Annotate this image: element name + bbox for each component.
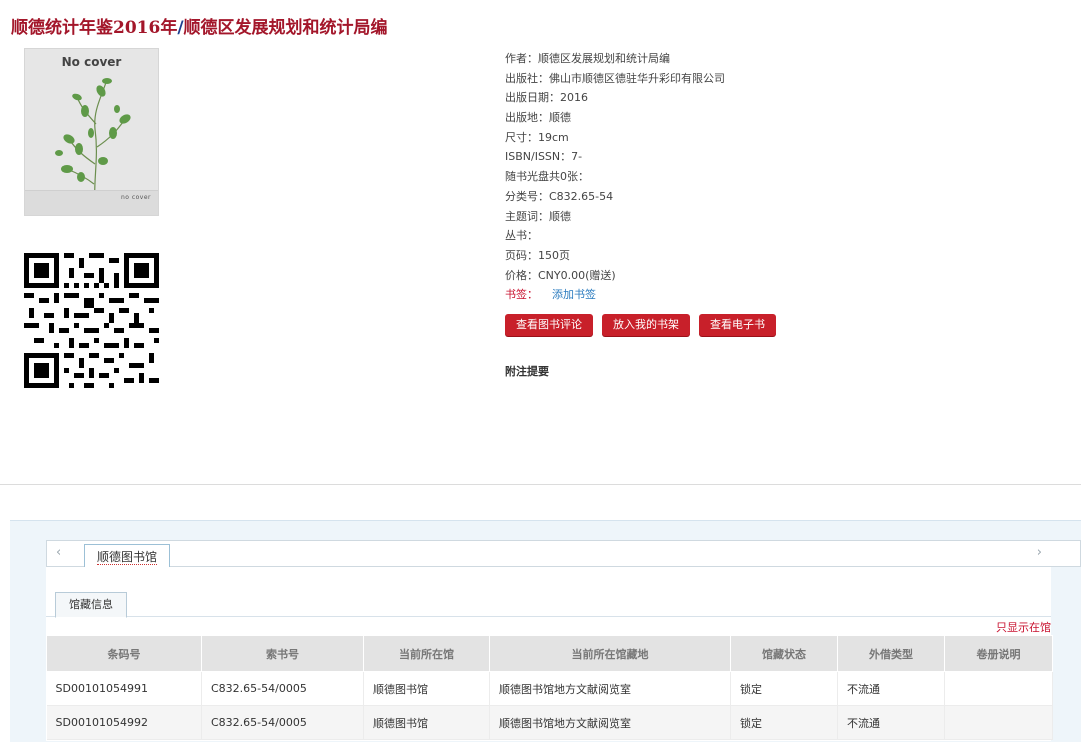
cell-location: 顺德图书馆地方文献阅览室 [489, 705, 731, 740]
meta-author: 作者：顺德区发展规划和统计局编 [505, 52, 670, 65]
meta-price: 价格：CNY0.00(赠送) [505, 268, 616, 282]
notes-heading: 附注提要 [505, 365, 549, 378]
book-title: 顺德统计年鉴2016年 [11, 18, 178, 38]
page-title: 顺德统计年鉴2016年/顺德区发展规划和统计局编 [11, 13, 388, 38]
chevron-left-icon[interactable]: ‹ [56, 545, 61, 560]
cover-bottom-text: no cover [120, 194, 151, 201]
cover-top-text: No cover [61, 55, 122, 69]
book-cover: No cover no cover [24, 48, 159, 216]
cell-library: 顺德图书馆 [363, 705, 490, 740]
cell-volume [944, 671, 1053, 706]
col-barcode: 条码号 [46, 635, 202, 672]
view-ebook-button[interactable]: 查看电子书 [699, 314, 776, 336]
cell-volume [944, 705, 1053, 740]
table-row: SD00101054991 C832.65-54/0005 顺德图书馆 顺德图书… [46, 671, 1053, 706]
qr-code-icon [24, 253, 159, 388]
library-tabbar: ‹ 顺德图书馆 › [46, 540, 1081, 569]
book-metadata: 作者：顺德区发展规划和统计局编 出版社：佛山市顺德区德驻华升彩印有限公司 出版日… [505, 50, 725, 306]
meta-pubplace: 出版地：顺德 [505, 111, 571, 125]
col-loantype: 外借类型 [837, 635, 945, 672]
table-row: SD00101054992 C832.65-54/0005 顺德图书馆 顺德图书… [46, 705, 1053, 740]
col-status: 馆藏状态 [730, 635, 838, 672]
view-reviews-button[interactable]: 查看图书评论 [505, 314, 593, 336]
add-to-shelf-button[interactable]: 放入我的书架 [602, 314, 690, 336]
col-callno: 索书号 [201, 635, 364, 672]
action-buttons: 查看图书评论 放入我的书架 查看电子书 [505, 314, 776, 336]
cell-barcode: SD00101054991 [46, 671, 202, 706]
col-location: 当前所在馆藏地 [489, 635, 731, 672]
cell-library: 顺德图书馆 [363, 671, 490, 706]
cell-status: 锁定 [730, 671, 838, 706]
section-divider [0, 484, 1081, 485]
cell-location: 顺德图书馆地方文献阅览室 [489, 671, 731, 706]
table-header-row: 条码号 索书号 当前所在馆 当前所在馆藏地 馆藏状态 外借类型 卷册说明 [46, 635, 1053, 672]
meta-publisher: 出版社：佛山市顺德区德驻华升彩印有限公司 [505, 71, 725, 85]
cell-callno: C832.65-54/0005 [201, 705, 364, 740]
only-show-available-link[interactable]: 只显示在馆 [996, 619, 1051, 635]
chevron-right-icon[interactable]: › [1037, 545, 1042, 560]
cell-barcode: SD00101054992 [46, 705, 202, 740]
meta-series: 丛书： [505, 229, 538, 243]
add-bookmark-link[interactable]: 添加书签 [552, 288, 596, 301]
book-author-title: 顺德区发展规划和统计局编 [183, 18, 388, 38]
col-volume: 卷册说明 [944, 635, 1053, 672]
tab-holdings-info[interactable]: 馆藏信息 [55, 592, 127, 618]
meta-subject: 主题词：顺德 [505, 209, 571, 223]
col-library: 当前所在馆 [363, 635, 490, 672]
meta-cd: 随书光盘共0张： [505, 170, 589, 184]
cell-loantype: 不流通 [837, 705, 945, 740]
meta-pubdate: 出版日期：2016 [505, 91, 588, 105]
tab-shunde-library[interactable]: 顺德图书馆 [84, 544, 171, 569]
holdings-table: 条码号 索书号 当前所在馆 当前所在馆藏地 馆藏状态 外借类型 卷册说明 SD0… [46, 635, 1053, 740]
cell-status: 锁定 [730, 705, 838, 740]
meta-size: 尺寸：19cm [505, 130, 569, 144]
subtab-divider [46, 616, 1051, 617]
meta-classno: 分类号：C832.65-54 [505, 189, 614, 203]
meta-pages: 页码：150页 [505, 248, 570, 262]
meta-isbn: ISBN/ISSN：7- [505, 150, 583, 164]
meta-bookmark: 书签： 添加书签 [505, 288, 596, 302]
cell-loantype: 不流通 [837, 671, 945, 706]
cell-callno: C832.65-54/0005 [201, 671, 364, 706]
